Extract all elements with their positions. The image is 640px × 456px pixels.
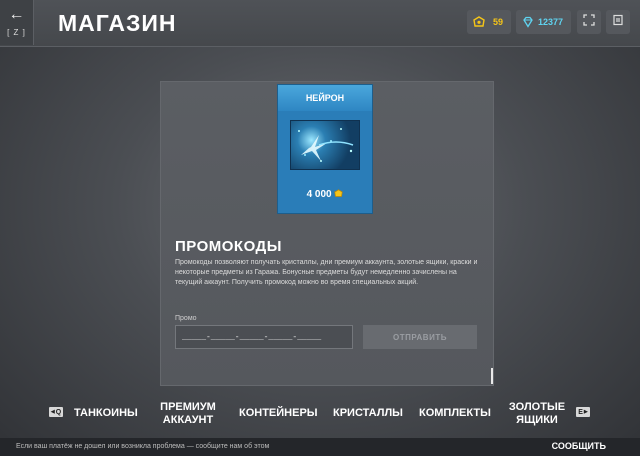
tab-bundles[interactable]: КОМПЛЕКТЫ	[419, 407, 491, 420]
prev-key-label: Q	[55, 408, 62, 416]
top-bar: ← [ Z ] МАГАЗИН 59 12377	[0, 0, 640, 47]
fullscreen-button[interactable]	[577, 10, 601, 34]
tab-premium-label-line2: АККАУНТ	[162, 414, 214, 426]
page-title: МАГАЗИН	[58, 10, 177, 36]
prev-tab-key-hint[interactable]: ◀ Q	[49, 407, 63, 417]
gold-counter[interactable]: 59	[467, 10, 511, 34]
back-button[interactable]: ← [ Z ]	[0, 0, 34, 45]
report-button[interactable]: СООБЩИТЬ	[552, 441, 606, 451]
right-triangle-icon: ▶	[583, 409, 588, 415]
back-arrow-icon: ←	[8, 6, 25, 23]
promo-code-input[interactable]	[175, 325, 353, 349]
next-tab-key-hint[interactable]: E ▶	[576, 407, 590, 417]
submit-button[interactable]: ОТПРАВИТЬ	[363, 325, 477, 349]
shop-item-card[interactable]: НЕЙРОН 4 000	[277, 84, 373, 214]
tab-premium-label-line1: ПРЕМИУМ	[160, 401, 216, 413]
tab-premium-account[interactable]: ПРЕМИУМ АККАУНТ	[158, 401, 218, 427]
tab-gold-label-line2: ЯЩИКИ	[516, 414, 558, 426]
price-coin-icon	[334, 189, 344, 200]
fullscreen-icon	[583, 13, 595, 31]
tab-crystals[interactable]: КРИСТАЛЛЫ	[333, 407, 403, 420]
footer-bar: Если ваш платёж не дошел или возникла пр…	[0, 438, 640, 456]
crystals-value: 12377	[537, 17, 563, 27]
exit-door-icon	[612, 13, 624, 31]
tab-gold-boxes[interactable]: ЗОЛОТЫЕ ЯЩИКИ	[508, 401, 566, 427]
card-price: 4 000	[278, 189, 372, 200]
promo-panel: НЕЙРОН 4 000 ПРОМОКОДЫ Промокоды позволя…	[160, 81, 494, 386]
tab-gold-label-line1: ЗОЛОТЫЕ	[508, 401, 566, 413]
card-title: НЕЙРОН	[278, 85, 372, 111]
card-price-value: 4 000	[306, 189, 332, 200]
promo-title: ПРОМОКОДЫ	[175, 238, 282, 255]
card-item-image	[290, 120, 360, 170]
scrollbar-thumb[interactable]	[491, 368, 493, 384]
back-key-hint: [ Z ]	[7, 28, 26, 37]
left-triangle-icon: ◀	[50, 409, 55, 415]
gold-value: 59	[492, 17, 503, 27]
footer-message: Если ваш платёж не дошел или возникла пр…	[16, 443, 270, 450]
tab-containers[interactable]: КОНТЕЙНЕРЫ	[239, 407, 318, 420]
exit-button[interactable]	[606, 10, 630, 34]
tab-tankoins[interactable]: ТАНКОИНЫ	[74, 407, 138, 420]
next-key-label: E	[578, 408, 583, 416]
promo-field-label: Промо	[175, 315, 197, 322]
gold-coin-icon	[473, 16, 485, 28]
crystal-icon	[522, 16, 534, 28]
crystals-counter[interactable]: 12377	[516, 10, 571, 34]
promo-description: Промокоды позволяют получать кристаллы, …	[175, 259, 478, 286]
